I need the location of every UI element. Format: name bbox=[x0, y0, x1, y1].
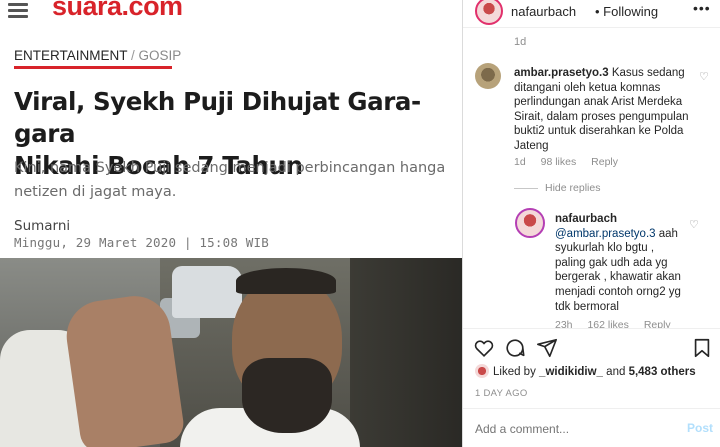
reply-like-heart-icon[interactable]: ♡ bbox=[689, 218, 699, 231]
lede-line-2: netizen di jagat maya. bbox=[14, 184, 177, 200]
post-media[interactable]: suara.com ENTERTAINMENT / GOSIP Viral, S… bbox=[0, 0, 463, 447]
category-separator: / bbox=[127, 48, 139, 63]
lede-line-1: Kini, nama Syekh Puji sedang menjadi per… bbox=[14, 160, 446, 176]
actions-divider bbox=[463, 328, 720, 329]
comment-likes[interactable]: 98 likes bbox=[541, 156, 577, 168]
menu-icon bbox=[8, 3, 28, 18]
comment-like-heart-icon[interactable]: ♡ bbox=[699, 70, 709, 83]
headline-line-1: Viral, Syekh Puji Dihujat Gara-gara bbox=[14, 87, 421, 148]
likes-summary: Liked by _widikidiw_ and 5,483 others bbox=[475, 364, 696, 378]
likes-prefix: Liked by bbox=[493, 366, 536, 378]
reply-content: aah syukurlah klo bgtu , paling gak udh … bbox=[555, 227, 681, 313]
likes-others[interactable]: 5,483 others bbox=[629, 366, 696, 378]
post-actions bbox=[463, 330, 720, 362]
comment-text: ambar.prasetyo.3 Kasus sedang ditangani … bbox=[514, 66, 709, 154]
following-status[interactable]: • Following bbox=[595, 4, 658, 19]
article-photo bbox=[0, 258, 462, 447]
reply-username[interactable]: nafaurbach bbox=[555, 213, 617, 225]
cut-off-text: 1d bbox=[514, 36, 527, 48]
reply-age: 23h bbox=[555, 319, 573, 328]
commenter-username[interactable]: ambar.prasetyo.3 bbox=[514, 67, 609, 79]
author-username[interactable]: nafaurbach bbox=[511, 4, 576, 19]
liker-username[interactable]: _widikidiw_ bbox=[539, 366, 603, 378]
site-header: suara.com bbox=[0, 0, 462, 24]
comment-content: Kasus sedang ditangani oleh ketua komnas… bbox=[514, 67, 689, 152]
comment-age: 1d bbox=[514, 156, 526, 168]
comment-box-divider bbox=[463, 408, 720, 409]
share-send-icon[interactable] bbox=[536, 337, 558, 359]
reply-reply-button[interactable]: Reply bbox=[644, 319, 671, 328]
category-label: ENTERTAINMENT bbox=[14, 48, 128, 63]
post-timestamp[interactable]: 1 DAY AGO bbox=[475, 388, 528, 399]
reply-text: nafaurbach @ambar.prasetyo.3 aah syukurl… bbox=[555, 212, 685, 314]
site-logo: suara.com bbox=[52, 0, 183, 21]
article-lede: Kini, nama Syekh Puji sedang menjadi per… bbox=[14, 156, 454, 204]
post-header: nafaurbach • Following ••• bbox=[463, 0, 720, 27]
photo-car-pillar bbox=[350, 258, 462, 447]
save-bookmark-icon[interactable] bbox=[691, 337, 713, 359]
hide-replies-line bbox=[514, 188, 538, 189]
reply-avatar[interactable] bbox=[515, 208, 545, 238]
more-options-icon[interactable]: ••• bbox=[693, 0, 711, 16]
post-comment-button[interactable]: Post bbox=[687, 421, 713, 435]
photo-background-car-white bbox=[172, 266, 242, 318]
reply-likes[interactable]: 162 likes bbox=[587, 319, 628, 328]
article-dateline: Minggu, 29 Maret 2020 | 15:08 WIB bbox=[14, 235, 269, 250]
comments-list[interactable]: 1d ambar.prasetyo.3 Kasus sedang ditanga… bbox=[463, 28, 720, 328]
photo-beard bbox=[242, 358, 332, 433]
add-comment-input[interactable] bbox=[475, 422, 675, 436]
subcategory-label: GOSIP bbox=[138, 48, 182, 63]
reply-meta: 23h 162 likes Reply bbox=[555, 319, 683, 328]
comment-bubble-icon[interactable] bbox=[504, 337, 526, 359]
comment-meta: 1d 98 likes Reply bbox=[514, 156, 630, 168]
like-heart-icon[interactable] bbox=[473, 337, 495, 359]
reply-mention[interactable]: @ambar.prasetyo.3 bbox=[555, 228, 656, 240]
comment-reply-button[interactable]: Reply bbox=[591, 156, 618, 168]
hide-replies-button[interactable]: Hide replies bbox=[545, 182, 600, 194]
author-avatar[interactable] bbox=[475, 0, 503, 25]
photo-cap bbox=[236, 268, 336, 294]
article-category: ENTERTAINMENT / GOSIP bbox=[14, 48, 181, 63]
likes-and: and bbox=[606, 366, 626, 378]
instagram-panel: nafaurbach • Following ••• 1d ambar.pras… bbox=[463, 0, 720, 447]
commenter-avatar[interactable] bbox=[475, 63, 501, 89]
liker-avatar bbox=[475, 364, 489, 378]
category-underline bbox=[14, 66, 172, 69]
article-author: Sumarni bbox=[14, 218, 71, 234]
